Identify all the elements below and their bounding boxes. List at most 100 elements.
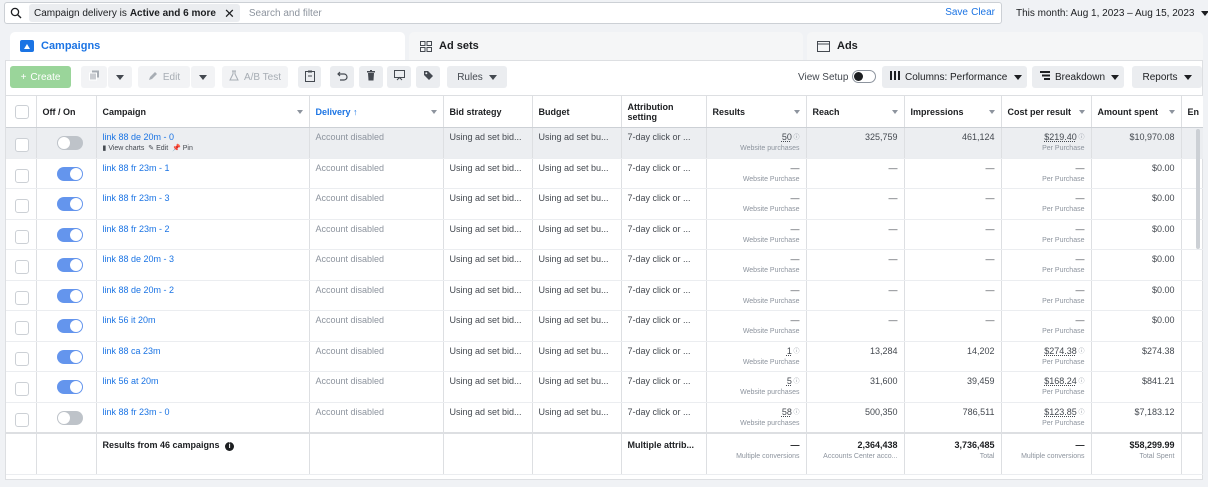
col-results[interactable]: Results [706,95,807,128]
row-select-cell[interactable] [6,127,37,159]
table-row[interactable]: link 88 fr 23m - 1 Account disabled Usin… [6,158,1203,189]
row-select-cell[interactable] [6,341,37,372]
campaign-toggle[interactable] [56,410,83,425]
campaign-name-cell[interactable]: link 88 fr 23m - 0 [96,402,310,433]
row-select-cell[interactable] [6,219,37,250]
row-select-cell[interactable] [6,188,37,220]
row-checkbox[interactable] [15,168,29,183]
table-row[interactable]: link 56 at 20m Account disabled Using ad… [6,371,1203,403]
campaign-name-cell[interactable]: link 88 ca 23m [96,341,310,372]
breakdown-button[interactable]: Breakdown [1032,66,1124,88]
tab-ads[interactable]: Ads [807,32,1203,60]
row-select-cell[interactable] [6,402,37,433]
campaign-toggle[interactable] [56,349,83,364]
col-bid-strategy[interactable]: Bid strategy [443,95,533,128]
campaign-name-cell[interactable]: link 88 fr 23m - 1 [96,158,310,189]
row-toggle-cell[interactable] [36,127,97,159]
campaign-name-link[interactable]: link 88 fr 23m - 1 [103,163,170,173]
col-delivery[interactable]: Delivery ↑ [309,95,444,128]
row-toggle-cell[interactable] [36,249,97,281]
date-range-picker[interactable]: This month: Aug 1, 2023 – Aug 15, 2023 [1008,2,1208,24]
row-toggle-cell[interactable] [36,371,97,403]
chevron-down-icon[interactable] [793,110,800,114]
tab-ad-sets[interactable]: Ad sets [409,32,803,60]
campaign-toggle[interactable] [56,166,83,181]
table-row[interactable]: link 88 de 20m - 0 ▮ View charts ✎ Edit … [6,127,1203,159]
table-row[interactable]: link 88 fr 23m - 2 Account disabled Usin… [6,219,1203,250]
col-off-on[interactable]: Off / On [36,95,97,128]
campaign-toggle[interactable] [56,258,83,272]
preview-button[interactable] [387,66,411,88]
search-input[interactable]: Search and filter [249,8,322,19]
row-select-cell[interactable] [6,158,37,189]
row-toggle-cell[interactable] [36,341,97,372]
table-row[interactable]: link 88 fr 23m - 3 Account disabled Usin… [6,188,1203,220]
campaign-name-link[interactable]: link 88 de 20m - 3 [103,254,175,264]
reports-button[interactable]: Reports [1132,66,1202,88]
campaign-name-link[interactable]: link 88 fr 23m - 2 [103,224,170,234]
tab-campaigns[interactable]: Campaigns [10,32,405,60]
row-checkbox[interactable] [15,138,29,152]
row-toggle-cell[interactable] [36,280,97,311]
campaign-name-link[interactable]: link 88 de 20m - 2 [103,285,175,295]
row-checkbox[interactable] [15,290,29,305]
table-row[interactable]: link 88 de 20m - 2 Account disabled Usin… [6,280,1203,311]
campaign-toggle[interactable] [56,319,83,333]
chevron-down-icon[interactable] [1168,110,1175,114]
row-toggle-cell[interactable] [36,188,97,220]
row-select-cell[interactable] [6,310,37,342]
chevron-down-icon[interactable] [891,110,898,114]
view-charts-link[interactable]: View charts [108,145,144,152]
chevron-down-icon[interactable] [430,110,437,114]
select-all-header[interactable] [6,95,37,128]
campaign-toggle[interactable] [56,197,83,211]
chevron-down-icon[interactable] [296,110,303,114]
row-edit-link[interactable]: Edit [156,145,168,152]
campaign-name-link[interactable]: link 56 it 20m [103,315,156,325]
col-impressions[interactable]: Impressions [904,95,1002,128]
campaign-name-cell[interactable]: link 88 fr 23m - 2 [96,219,310,250]
col-amount-spent[interactable]: Amount spent [1091,95,1182,128]
row-checkbox[interactable] [15,412,29,427]
col-campaign[interactable]: Campaign [96,95,310,128]
campaign-name-cell[interactable]: link 88 de 20m - 2 [96,280,310,311]
row-checkbox[interactable] [15,321,29,335]
view-setup-toggle[interactable] [852,70,876,83]
save-filter-link[interactable]: Save [945,7,968,18]
campaign-name-link[interactable]: link 56 at 20m [103,376,159,386]
edit-dropdown[interactable] [191,66,215,88]
row-select-cell[interactable] [6,371,37,403]
col-cost-per-result[interactable]: Cost per result [1001,95,1092,128]
vertical-scrollbar[interactable] [1196,129,1200,249]
info-icon[interactable]: i [225,441,235,451]
row-select-cell[interactable] [6,249,37,281]
columns-button[interactable]: Columns: Performance [882,66,1027,88]
campaign-name-link[interactable]: link 88 fr 23m - 3 [103,193,170,203]
close-icon[interactable]: ✕ [224,7,235,20]
table-row[interactable]: link 88 de 20m - 3 Account disabled Usin… [6,249,1203,281]
edit-button[interactable]: Edit [138,66,190,88]
row-toggle-cell[interactable] [36,158,97,189]
table-row[interactable]: link 88 ca 23m Account disabled Using ad… [6,341,1203,372]
table-row[interactable]: link 56 it 20m Account disabled Using ad… [6,310,1203,342]
campaign-name-cell[interactable]: link 88 de 20m - 0 ▮ View charts ✎ Edit … [96,127,310,159]
campaign-name-cell[interactable]: link 56 it 20m [96,310,310,342]
row-toggle-cell[interactable] [36,310,97,342]
campaign-name-link[interactable]: link 88 fr 23m - 0 [103,407,170,417]
duplicate-dropdown[interactable] [108,66,132,88]
row-toggle-cell[interactable] [36,402,97,433]
select-all-checkbox[interactable] [15,104,29,119]
campaign-name-link[interactable]: link 88 de 20m - 0 [103,132,175,142]
row-checkbox[interactable] [15,351,29,366]
row-checkbox[interactable] [15,382,29,396]
campaign-toggle[interactable] [56,136,83,150]
chevron-down-icon[interactable] [988,110,995,114]
rules-button[interactable]: Rules [447,66,507,88]
search-filter-bar[interactable]: Campaign delivery is Active and 6 more ✕… [4,2,1002,24]
row-checkbox[interactable] [15,229,29,244]
pin-link[interactable]: Pin [183,145,193,152]
col-attribution[interactable]: Attribution setting [621,95,707,128]
campaign-toggle[interactable] [56,380,83,394]
undo-button[interactable] [330,66,354,88]
clipboard-button[interactable] [298,66,321,88]
